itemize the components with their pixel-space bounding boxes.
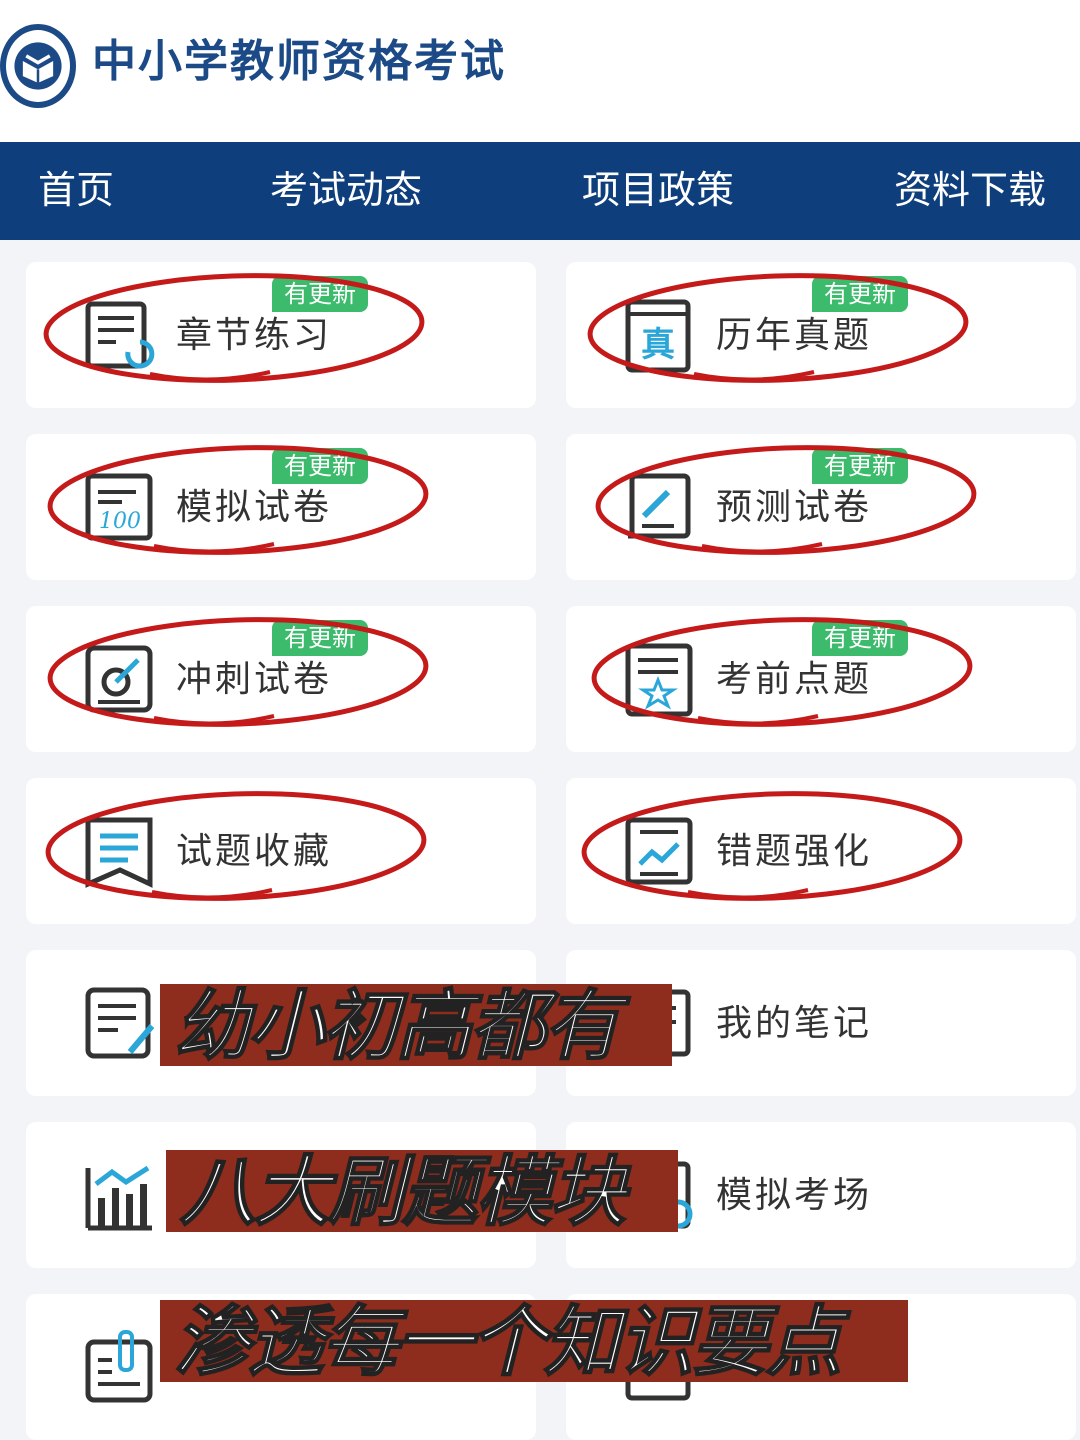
svg-text:100: 100 bbox=[99, 509, 141, 534]
wrong-questions-icon bbox=[622, 814, 698, 890]
module-label: 历年真题 bbox=[716, 315, 873, 356]
update-badge: 有更新 bbox=[272, 448, 368, 484]
module-label: 章节练习 bbox=[176, 315, 333, 356]
promo-caption: 八大刷题模块 bbox=[166, 1146, 678, 1237]
module-label: 冲刺试卷 bbox=[176, 659, 333, 700]
module-card-chapter-practice[interactable]: 章节练习 有更新 bbox=[26, 262, 536, 408]
notes-edit-icon bbox=[82, 986, 158, 1062]
book-seal-icon[interactable] bbox=[0, 24, 76, 108]
module-label: 模拟试卷 bbox=[176, 487, 333, 528]
module-label: 预测试卷 bbox=[716, 487, 873, 528]
promo-caption: 幼小初高都有 bbox=[160, 980, 672, 1071]
update-badge: 有更新 bbox=[812, 448, 908, 484]
module-label: 考前点题 bbox=[716, 659, 873, 700]
svg-text:真: 真 bbox=[641, 325, 675, 365]
past-papers-icon: 真 bbox=[622, 298, 698, 374]
module-label: 错题强化 bbox=[716, 831, 873, 872]
forecast-paper-icon bbox=[622, 470, 698, 546]
update-badge: 有更新 bbox=[272, 276, 368, 312]
update-badge: 有更新 bbox=[812, 276, 908, 312]
top-nav: 首页 考试动态 项目政策 资料下载 bbox=[0, 142, 1080, 240]
module-label: 我的笔记 bbox=[716, 1003, 873, 1044]
module-card-sprint-paper[interactable]: 冲刺试卷 有更新 bbox=[26, 606, 536, 752]
update-badge: 有更新 bbox=[812, 620, 908, 656]
module-card-forecast-paper[interactable]: 预测试卷 有更新 bbox=[566, 434, 1076, 580]
module-label: 试题收藏 bbox=[176, 831, 333, 872]
sprint-paper-icon bbox=[82, 642, 158, 718]
key-points-icon bbox=[622, 642, 698, 718]
module-grid: 章节练习 有更新 真 历年真题 有更新 100 模拟试卷 有更新 预测试卷 有更… bbox=[0, 240, 1080, 1440]
nav-downloads[interactable]: 资料下载 bbox=[894, 142, 1046, 240]
promo-caption-text: 幼小初高都有 bbox=[173, 980, 621, 1071]
mock-paper-icon: 100 bbox=[82, 470, 158, 546]
nav-policy[interactable]: 项目政策 bbox=[582, 142, 734, 240]
promo-caption-text: 渗透每一个知识要点 bbox=[173, 1296, 843, 1387]
bookmark-icon bbox=[82, 814, 158, 890]
module-card-key-points[interactable]: 考前点题 有更新 bbox=[566, 606, 1076, 752]
nav-home[interactable]: 首页 bbox=[38, 142, 114, 240]
update-badge: 有更新 bbox=[272, 620, 368, 656]
nav-exam-news[interactable]: 考试动态 bbox=[270, 142, 422, 240]
app-header: 中小学教师资格考试 bbox=[0, 0, 1080, 142]
statistics-icon bbox=[82, 1158, 158, 1234]
site-title: 中小学教师资格考试 bbox=[92, 36, 506, 87]
module-card-mock-paper[interactable]: 100 模拟试卷 有更新 bbox=[26, 434, 536, 580]
chapter-practice-icon bbox=[82, 298, 158, 374]
promo-caption: 渗透每一个知识要点 bbox=[160, 1296, 908, 1387]
module-label: 模拟考场 bbox=[716, 1175, 873, 1216]
module-card-wrong-questions[interactable]: 错题强化 bbox=[566, 778, 1076, 924]
module-card-past-papers[interactable]: 真 历年真题 有更新 bbox=[566, 262, 1076, 408]
pen-list-icon bbox=[82, 1330, 158, 1406]
promo-caption-text: 八大刷题模块 bbox=[179, 1146, 627, 1237]
module-card-bookmarks[interactable]: 试题收藏 bbox=[26, 778, 536, 924]
